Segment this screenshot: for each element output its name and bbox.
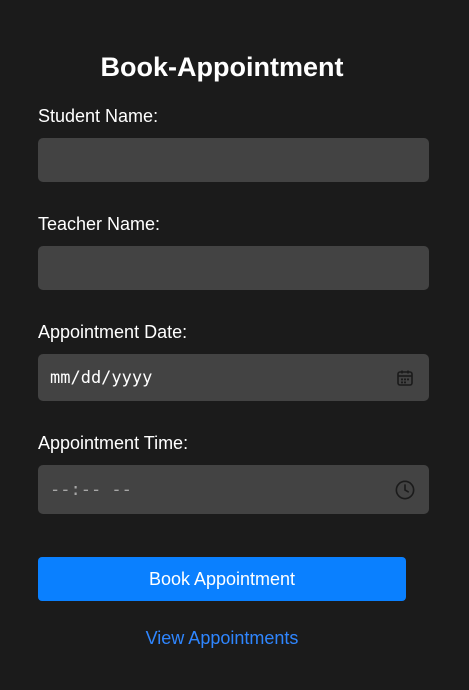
appointment-time-input[interactable]: --:-- -- bbox=[38, 465, 429, 514]
booking-page: Book-Appointment Student Name: Teacher N… bbox=[0, 0, 469, 690]
clock-icon[interactable] bbox=[395, 480, 415, 500]
teacher-name-label: Teacher Name: bbox=[38, 214, 161, 234]
appointment-date-input[interactable]: mm/dd/yyyy bbox=[38, 354, 429, 401]
page-title: Book-Appointment bbox=[100, 52, 344, 82]
appointment-time-label: Appointment Time: bbox=[38, 433, 189, 453]
book-appointment-button[interactable]: Book Appointment bbox=[38, 557, 406, 601]
student-name-input[interactable] bbox=[38, 138, 429, 182]
teacher-name-input[interactable] bbox=[38, 246, 429, 290]
calendar-icon[interactable] bbox=[395, 368, 415, 388]
appointment-date-placeholder: mm/dd/yyyy bbox=[50, 367, 153, 388]
appointment-date-label: Appointment Date: bbox=[38, 322, 188, 342]
view-appointments-link[interactable]: View Appointments bbox=[38, 627, 406, 649]
student-name-label: Student Name: bbox=[38, 106, 159, 126]
appointment-time-placeholder: --:-- -- bbox=[50, 479, 132, 500]
